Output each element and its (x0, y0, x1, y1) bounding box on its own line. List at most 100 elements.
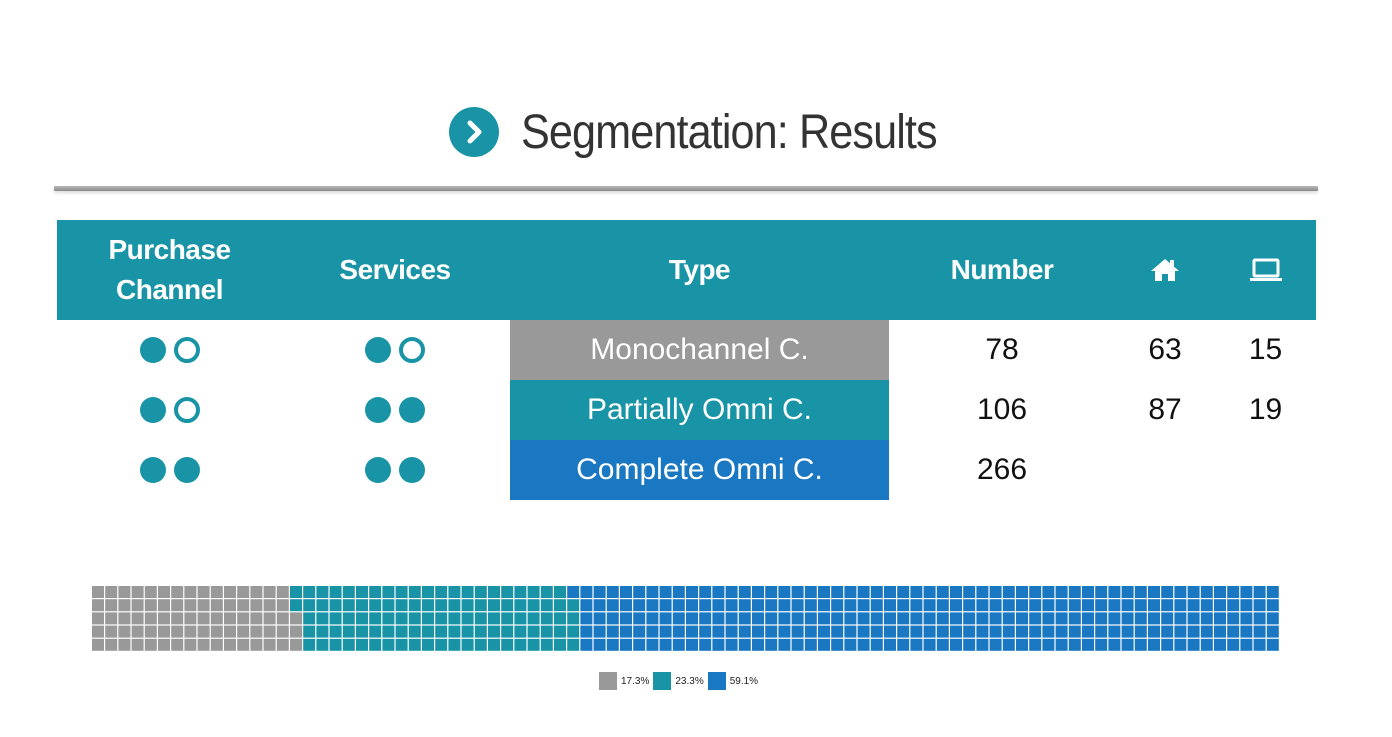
waffle-cell (224, 586, 236, 598)
waffle-cell (422, 599, 434, 612)
waffle-cell (752, 612, 764, 625)
waffle-cell (725, 586, 738, 598)
waffle-cell (554, 612, 566, 625)
waffle-cell (923, 599, 936, 612)
waffle-cell (1055, 638, 1068, 651)
waffle-cell (540, 625, 553, 638)
waffle-cell (804, 625, 817, 638)
waffle-cell (1200, 612, 1213, 625)
chevron-right-icon (449, 107, 500, 157)
waffle-cell (356, 599, 368, 612)
waffle-cell (712, 599, 725, 612)
waffle-cell (342, 638, 355, 651)
waffle-cell (857, 599, 870, 612)
waffle-cell (514, 612, 527, 625)
waffle-cell (303, 638, 316, 651)
waffle-cell (1253, 612, 1266, 625)
waffle-cell (1227, 612, 1240, 625)
waffle-cell (1134, 586, 1147, 598)
waffle-cell (950, 638, 962, 651)
waffle-cell (1214, 599, 1226, 612)
waffle-cell (963, 612, 976, 625)
waffle-cell (329, 599, 342, 612)
waffle-cell (1029, 599, 1042, 612)
waffle-cell (1121, 599, 1134, 612)
waffle-cell (1253, 625, 1266, 638)
services-indicator (282, 380, 508, 440)
waffle-cell (620, 612, 632, 625)
waffle-cell (884, 612, 896, 625)
waffle-cell (92, 625, 104, 638)
waffle-cell (488, 638, 500, 651)
waffle-cell (105, 586, 118, 598)
waffle-cell (1002, 599, 1015, 612)
waffle-cell (554, 586, 566, 598)
waffle-cell (804, 638, 817, 651)
waffle-cell (408, 612, 421, 625)
waffle-cell (1055, 612, 1068, 625)
waffle-cell (897, 625, 910, 638)
waffle-cell (408, 625, 421, 638)
waffle-cell (276, 586, 289, 598)
waffle-cell (1002, 586, 1015, 598)
waffle-cell (1174, 586, 1187, 598)
waffle-cell (342, 625, 355, 638)
waffle-cell (1068, 638, 1081, 651)
waffle-cell (1134, 612, 1147, 625)
waffle-cell (606, 599, 619, 612)
waffle-cell (290, 599, 302, 612)
waffle-cell (1082, 638, 1094, 651)
waffle-cell (1002, 625, 1015, 638)
waffle-cell (725, 625, 738, 638)
waffle-cell (1227, 638, 1240, 651)
waffle-cell (1121, 612, 1134, 625)
waffle-cell (1227, 599, 1240, 612)
header-services: Services (339, 254, 451, 285)
waffle-cell (844, 612, 857, 625)
waffle-cell (1108, 599, 1121, 612)
waffle-cell (144, 586, 157, 598)
waffle-cell (659, 612, 672, 625)
waffle-cell (818, 599, 830, 612)
filled-circle-icon (173, 457, 200, 483)
waffle-cell (1240, 612, 1253, 625)
waffle-cell (870, 625, 883, 638)
waffle-cell (897, 586, 910, 598)
waffle-cell (699, 586, 712, 598)
waffle-cell (976, 625, 989, 638)
waffle-cell (303, 625, 316, 638)
waffle-cell (1002, 612, 1015, 625)
waffle-cell (210, 586, 223, 598)
waffle-cell (659, 638, 672, 651)
waffle-cell (963, 599, 976, 612)
waffle-cell (356, 625, 368, 638)
waffle-cell (210, 625, 223, 638)
waffle-cell (633, 612, 646, 625)
waffle-cell (171, 625, 184, 638)
waffle-cell (290, 586, 302, 598)
waffle-cell (1108, 612, 1121, 625)
waffle-cell (844, 586, 857, 598)
waffle-cell (369, 599, 382, 612)
waffle-cell (699, 625, 712, 638)
waffle-cell (1266, 586, 1279, 598)
waffle-cell (989, 586, 1002, 598)
waffle-cell (290, 625, 302, 638)
waffle-cell (1068, 612, 1081, 625)
waffle-cell (276, 599, 289, 612)
legend-label: 23.3% (675, 675, 704, 687)
waffle-cell (197, 599, 210, 612)
waffle-cell (672, 586, 685, 598)
waffle-cell (197, 586, 210, 598)
waffle-cell (369, 612, 382, 625)
waffle-cell (870, 612, 883, 625)
waffle-cell (633, 625, 646, 638)
waffle-cell (950, 599, 962, 612)
waffle-cell (818, 586, 830, 598)
waffle-cell (395, 638, 408, 651)
online-count-cell (1215, 440, 1316, 500)
waffle-cell (818, 638, 830, 651)
waffle-cell (527, 612, 540, 625)
waffle-cell (527, 599, 540, 612)
waffle-cell (1042, 599, 1055, 612)
